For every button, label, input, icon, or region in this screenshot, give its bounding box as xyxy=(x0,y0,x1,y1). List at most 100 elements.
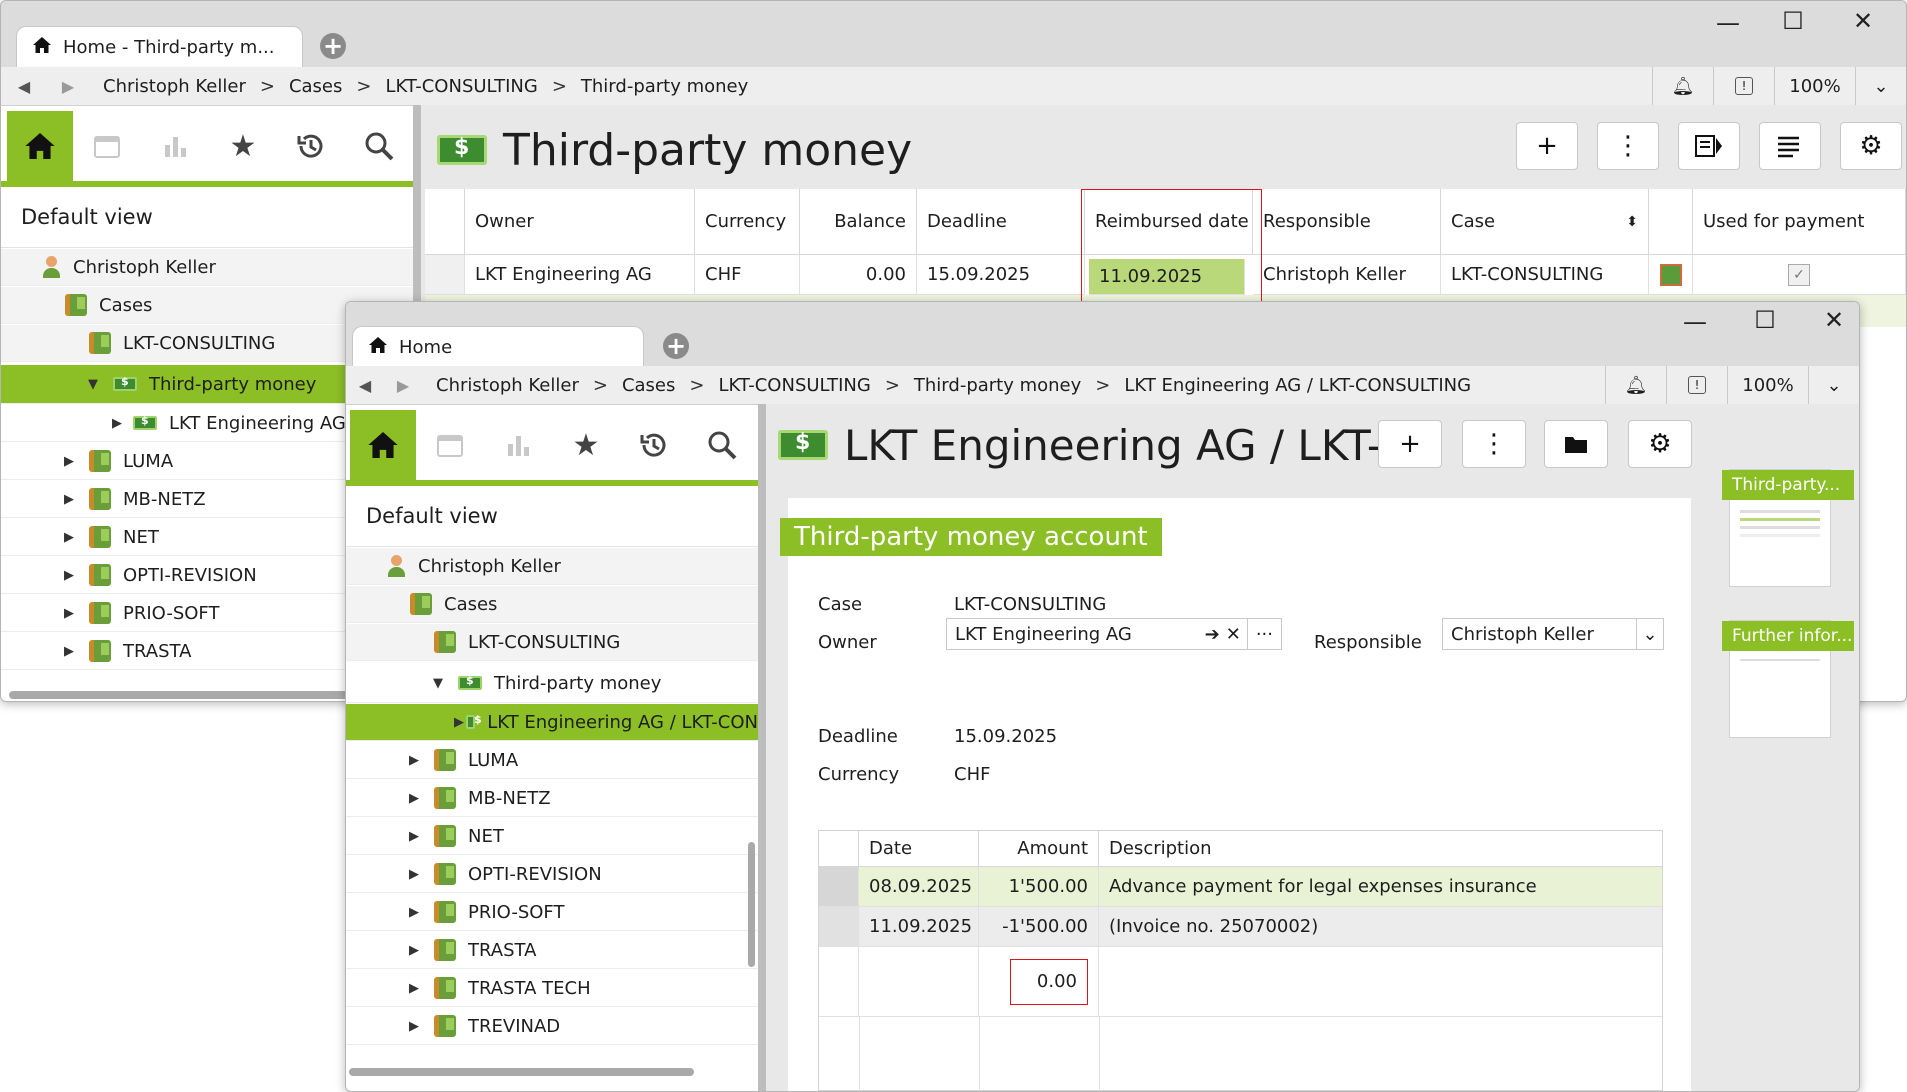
tree-item-mb-netz[interactable]: ▶ MB-NETZ xyxy=(346,780,758,817)
calendar-icon[interactable] xyxy=(416,410,484,480)
sort-icon[interactable]: ⬍ xyxy=(1626,214,1638,230)
back-icon[interactable]: ◀ xyxy=(9,77,39,96)
breadcrumb-item[interactable]: Third-party money xyxy=(581,76,748,97)
cell-deadline[interactable]: 15.09.2025 xyxy=(917,255,1085,295)
collapsed-icon[interactable]: ▶ xyxy=(61,568,77,583)
chevron-down-icon[interactable]: ⌄ xyxy=(1855,67,1906,105)
collapsed-icon[interactable]: ▶ xyxy=(406,943,422,958)
list-view-button[interactable] xyxy=(1759,122,1821,170)
tree-item-trasta-tech[interactable]: ▶ TRASTA TECH xyxy=(346,970,758,1007)
settings-button[interactable]: ⚙ xyxy=(1628,420,1692,468)
tree-item-lkt-engineering[interactable]: ▶LKT Engineering AG / LKT-CON xyxy=(346,704,758,741)
collapsed-icon[interactable]: ▶ xyxy=(61,454,77,469)
open-folder-button[interactable] xyxy=(1544,420,1608,468)
more-options-button[interactable]: ⋮ xyxy=(1462,420,1526,468)
history-icon[interactable] xyxy=(277,111,345,181)
tree-item-prio-soft[interactable]: ▶ PRIO-SOFT xyxy=(346,894,758,931)
cell-icon[interactable] xyxy=(1649,255,1693,295)
new-tab-icon[interactable]: + xyxy=(663,333,689,359)
collapsed-icon[interactable]: ▶ xyxy=(61,530,77,545)
collapsed-icon[interactable]: ▶ xyxy=(61,492,77,507)
clear-icon[interactable]: ✕ xyxy=(1226,624,1241,645)
arrow-right-icon[interactable]: ➔ xyxy=(1205,624,1220,645)
row-selector[interactable] xyxy=(819,867,859,907)
maximize-icon[interactable]: ☐ xyxy=(1745,306,1785,334)
collapsed-icon[interactable]: ▶ xyxy=(406,905,422,920)
favorites-icon[interactable]: ★ xyxy=(209,111,277,181)
bell-icon[interactable]: 🔔︎ xyxy=(1652,67,1713,105)
more-options-button[interactable]: ⋮ xyxy=(1597,122,1659,170)
tree-item-lkt-consulting[interactable]: LKT-CONSULTING xyxy=(346,624,758,661)
breadcrumb-item[interactable]: LKT-CONSULTING xyxy=(385,76,537,97)
column-header[interactable]: Currency xyxy=(695,189,800,255)
cell-balance[interactable]: 0.00 xyxy=(800,255,917,295)
column-header[interactable]: Date xyxy=(859,831,979,867)
bell-icon[interactable]: 🔔︎ xyxy=(1605,366,1666,404)
search-icon[interactable] xyxy=(345,111,413,181)
column-header-case[interactable]: Case ⬍ xyxy=(1441,189,1649,255)
alert-icon[interactable]: ! xyxy=(1713,67,1774,105)
breadcrumb-item[interactable]: Christoph Keller xyxy=(103,76,246,97)
table-row[interactable]: 08.09.2025 1'500.00 Advance payment for … xyxy=(819,867,1662,907)
default-view-title[interactable]: Default view xyxy=(346,486,758,547)
home-nav-icon[interactable] xyxy=(7,111,73,181)
chevron-down-icon[interactable]: ⌄ xyxy=(1636,619,1663,649)
favorites-icon[interactable]: ★ xyxy=(552,410,620,480)
collapsed-icon[interactable]: ▶ xyxy=(61,606,77,621)
home-nav-icon[interactable] xyxy=(350,410,416,480)
cell-date[interactable]: 11.09.2025 xyxy=(859,907,979,947)
minimize-icon[interactable]: — xyxy=(1708,9,1748,37)
table-row[interactable]: 11.09.2025 -1'500.00 (Invoice no. 250700… xyxy=(819,907,1662,947)
column-header[interactable]: Responsible xyxy=(1253,189,1441,255)
row-selector[interactable] xyxy=(819,907,859,947)
add-button[interactable]: + xyxy=(1516,122,1578,170)
ellipsis-button[interactable]: ··· xyxy=(1246,619,1281,649)
collapsed-icon[interactable]: ▶ xyxy=(406,829,422,844)
browser-tab-home[interactable]: Home xyxy=(352,326,644,367)
checkbox-icon[interactable]: ✓ xyxy=(1788,263,1810,286)
collapsed-icon[interactable]: ▶ xyxy=(406,753,422,768)
collapsed-icon[interactable]: ▶ xyxy=(406,791,422,806)
calendar-icon[interactable] xyxy=(73,111,141,181)
column-header[interactable]: Description xyxy=(1099,831,1662,867)
column-header[interactable]: Deadline xyxy=(917,189,1085,255)
tree-item-net[interactable]: ▶ NET xyxy=(346,818,758,855)
chevron-down-icon[interactable]: ⌄ xyxy=(1808,366,1859,404)
owner-field[interactable]: LKT Engineering AG ➔ ✕ ··· xyxy=(946,618,1282,650)
close-icon[interactable]: ✕ xyxy=(1843,7,1883,35)
collapsed-icon[interactable]: ▶ xyxy=(406,981,422,996)
breadcrumb-item[interactable]: Cases xyxy=(289,76,342,97)
column-header[interactable]: Balance xyxy=(800,189,917,255)
maximize-icon[interactable]: ☐ xyxy=(1773,7,1813,35)
cell-amount[interactable]: 1'500.00 xyxy=(979,867,1099,907)
breadcrumb-item[interactable]: Christoph Keller xyxy=(436,375,579,396)
column-header[interactable]: Owner xyxy=(465,189,695,255)
collapsed-icon[interactable]: ▶ xyxy=(406,867,422,882)
tree-item-trevinad[interactable]: ▶ TREVINAD xyxy=(346,1008,758,1045)
cell-amount[interactable]: -1'500.00 xyxy=(979,907,1099,947)
thumbnail-third-party[interactable]: Third-party... xyxy=(1722,469,1854,587)
tree-item-cases[interactable]: Cases xyxy=(346,586,758,623)
cell-currency[interactable]: CHF xyxy=(695,255,800,295)
expanded-icon[interactable]: ▼ xyxy=(430,676,446,691)
row-selector[interactable] xyxy=(425,255,465,295)
tree-item-third-party-money[interactable]: ▼Third-party money xyxy=(346,664,758,703)
tree-item-luma[interactable]: ▶ LUMA xyxy=(346,742,758,779)
tree-item-opti-revision[interactable]: ▶ OPTI-REVISION xyxy=(346,856,758,893)
horizontal-scrollbar[interactable] xyxy=(349,1068,694,1076)
tree-item-user[interactable]: Christoph Keller xyxy=(1,249,413,286)
cell-case[interactable]: LKT-CONSULTING xyxy=(1441,255,1649,295)
default-view-title[interactable]: Default view xyxy=(1,187,413,248)
cell-owner[interactable]: LKT Engineering AG xyxy=(465,255,695,295)
column-header[interactable]: Amount xyxy=(979,831,1099,867)
detail-view-button[interactable] xyxy=(1678,122,1740,170)
collapsed-icon[interactable]: ▶ xyxy=(61,644,77,659)
collapsed-icon[interactable]: ▶ xyxy=(406,1019,422,1034)
expanded-icon[interactable]: ▼ xyxy=(85,377,101,392)
vertical-scrollbar[interactable] xyxy=(748,842,755,967)
history-icon[interactable] xyxy=(620,410,688,480)
settings-button[interactable]: ⚙ xyxy=(1840,122,1902,170)
cell-responsible[interactable]: Christoph Keller xyxy=(1253,255,1441,295)
zoom-level[interactable]: 100% xyxy=(1774,67,1855,105)
tree-item-user[interactable]: Christoph Keller xyxy=(346,548,758,585)
